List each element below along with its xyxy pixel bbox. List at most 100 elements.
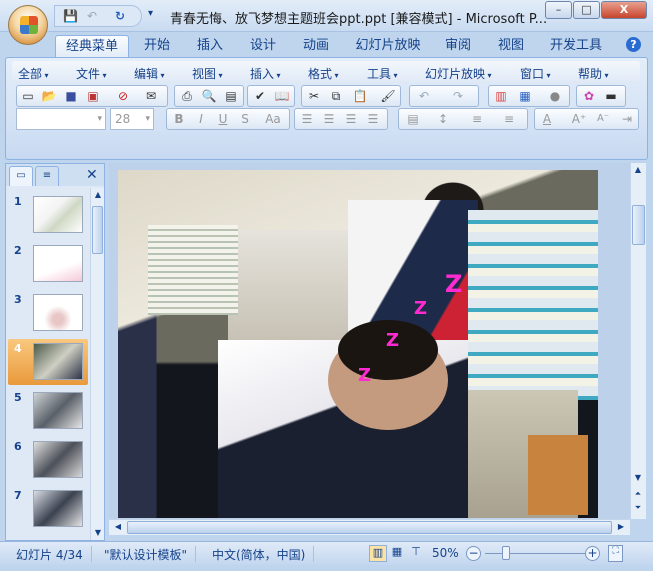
customize-qat-icon[interactable]: ▾ (148, 8, 153, 19)
print-preview-icon[interactable]: ▣ (85, 88, 101, 104)
help-icon[interactable]: ? (626, 37, 641, 52)
bold-button[interactable]: B (171, 111, 187, 127)
menu-all[interactable]: 全部 (18, 65, 49, 82)
justify-icon[interactable]: ☰ (365, 111, 381, 127)
zoom-slider-track[interactable] (485, 553, 585, 554)
font-name-combo[interactable] (16, 108, 106, 130)
zoom-slider-thumb[interactable] (502, 546, 510, 560)
tab-view[interactable]: 视图 (491, 35, 531, 58)
zoom-out-button[interactable]: − (466, 546, 481, 561)
color-icon[interactable]: ✿ (581, 88, 597, 104)
fit-to-window-button[interactable]: ⛶ (608, 545, 623, 562)
permission-icon[interactable]: ⊘ (115, 88, 131, 104)
thumbnails-scrollbar[interactable]: ▲ ▼ (90, 188, 104, 540)
view-icon[interactable]: ▤ (223, 88, 239, 104)
slide-thumbnail[interactable]: 6 (8, 437, 88, 483)
slides-tab[interactable]: ▭ (9, 166, 33, 186)
next-slide-icon[interactable]: ⏷ (631, 503, 645, 513)
tab-classic-menu[interactable]: 经典菜单 (55, 35, 129, 58)
scroll-right-icon[interactable]: ▶ (614, 522, 628, 531)
menu-format[interactable]: 格式 (308, 65, 339, 82)
tab-review[interactable]: 审阅 (438, 35, 478, 58)
grow-font-icon[interactable]: A⁺ (571, 111, 587, 127)
slide-thumbnail[interactable]: 3 (8, 290, 88, 336)
font-color-icon[interactable]: A (539, 111, 555, 127)
minimize-button[interactable]: – (545, 1, 572, 19)
paste-icon[interactable]: 📋 (352, 88, 368, 104)
save-icon[interactable]: 💾 (63, 9, 78, 23)
align-right-icon[interactable]: ☰ (343, 111, 359, 127)
scroll-left-icon[interactable]: ◀ (111, 522, 125, 531)
slideshow-button[interactable]: ⊤ (407, 545, 425, 562)
align-center-icon[interactable]: ☰ (321, 111, 337, 127)
slide-thumbnail[interactable]: 2 (8, 241, 88, 287)
font-size-combo[interactable]: 28 (110, 108, 154, 130)
office-button[interactable] (8, 5, 48, 45)
undo-icon[interactable]: ↶ (416, 88, 432, 104)
tab-insert[interactable]: 插入 (190, 35, 230, 58)
redo-icon[interactable]: ↻ (113, 9, 127, 23)
slide-canvas[interactable]: Z Z Z Z (118, 170, 598, 518)
underline-button[interactable]: U (215, 111, 231, 127)
change-case-button[interactable]: Aa (261, 111, 285, 127)
slide-sorter-button[interactable]: ▦ (388, 545, 406, 562)
vertical-scrollbar[interactable]: ▲ ▼ ⏶ ⏷ (630, 163, 646, 519)
normal-view-button[interactable]: ▥ (369, 545, 387, 562)
menu-tools[interactable]: 工具 (367, 65, 398, 82)
previous-slide-icon[interactable]: ⏶ (631, 489, 645, 499)
menu-window[interactable]: 窗口 (520, 65, 551, 82)
language-indicator[interactable]: 中文(简体，中国) (204, 546, 315, 562)
spelling-icon[interactable]: ✔ (252, 88, 268, 104)
bullets-icon[interactable]: ≡ (501, 111, 517, 127)
menu-file[interactable]: 文件 (76, 65, 107, 82)
zoom-in-button[interactable]: + (585, 546, 600, 561)
slide-thumbnail[interactable]: 5 (8, 388, 88, 434)
numbering-icon[interactable]: ≡ (469, 111, 485, 127)
align-left-icon[interactable]: ☰ (299, 111, 315, 127)
scroll-up-icon[interactable]: ▲ (631, 165, 645, 174)
tab-design[interactable]: 设计 (243, 35, 283, 58)
clipart-icon[interactable]: ● (547, 88, 563, 104)
format-painter-icon[interactable]: 🖌 (380, 88, 396, 104)
research-icon[interactable]: 📖 (274, 88, 290, 104)
tab-slideshow[interactable]: 幻灯片放映 (352, 35, 424, 58)
slide-thumbnail[interactable]: 1 (8, 192, 88, 238)
print-icon[interactable]: ⎙ (179, 88, 195, 104)
new-icon[interactable]: ▭ (20, 88, 36, 104)
outline-tab[interactable]: ≡ (35, 166, 59, 186)
maximize-button[interactable]: □ (573, 1, 600, 19)
table-icon[interactable]: ▦ (517, 88, 533, 104)
email-icon[interactable]: ✉ (143, 88, 159, 104)
open-icon[interactable]: 📂 (41, 88, 57, 104)
close-panel-icon[interactable]: ✕ (86, 167, 98, 183)
cut-icon[interactable]: ✂ (306, 88, 322, 104)
horizontal-scrollbar[interactable]: ◀ ▶ (109, 519, 630, 535)
undo-icon[interactable]: ↶ (85, 9, 99, 23)
shrink-font-icon[interactable]: A⁻ (595, 111, 611, 127)
scroll-thumb[interactable] (127, 521, 612, 534)
menu-slideshow[interactable]: 幻灯片放映 (425, 65, 492, 82)
shadow-button[interactable]: S (237, 111, 253, 127)
slide-thumbnail-selected[interactable]: 4 (8, 339, 88, 385)
save-icon[interactable]: ■ (63, 88, 79, 104)
scroll-down-icon[interactable]: ▼ (631, 473, 645, 482)
menu-edit[interactable]: 编辑 (134, 65, 165, 82)
redo-icon[interactable]: ↷ (450, 88, 466, 104)
scroll-thumb[interactable] (632, 205, 645, 245)
tab-developer[interactable]: 开发工具 (544, 35, 608, 58)
scroll-up-icon[interactable]: ▲ (91, 190, 105, 199)
preview-icon[interactable]: 🔍 (201, 88, 217, 104)
menu-help[interactable]: 帮助 (578, 65, 609, 82)
menu-insert[interactable]: 插入 (250, 65, 281, 82)
italic-button[interactable]: I (193, 111, 209, 127)
slide-thumbnail[interactable]: 7 (8, 486, 88, 532)
tab-animation[interactable]: 动画 (296, 35, 336, 58)
scroll-thumb[interactable] (92, 206, 103, 254)
copy-icon[interactable]: ⧉ (328, 88, 344, 104)
scroll-down-icon[interactable]: ▼ (91, 528, 105, 537)
columns-icon[interactable]: ▤ (405, 111, 421, 127)
chart-icon[interactable]: ▥ (493, 88, 509, 104)
menu-view[interactable]: 视图 (192, 65, 223, 82)
indent-icon[interactable]: ⇥ (619, 111, 635, 127)
background-icon[interactable]: ▬ (603, 88, 619, 104)
